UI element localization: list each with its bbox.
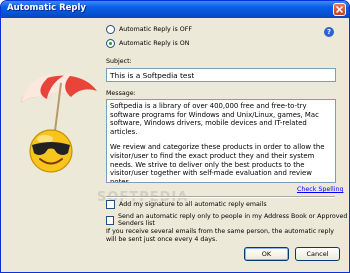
subject-label: Subject:: [106, 58, 132, 65]
cancel-button[interactable]: Cancel: [295, 247, 340, 261]
automatic-reply-dialog: Automatic Reply Automatic Reply is OFF A…: [0, 0, 350, 273]
message-paragraph: Softpedia is a library of over 400,000 f…: [110, 102, 319, 136]
title-bar[interactable]: Automatic Reply: [1, 1, 349, 18]
status-on-label: Automatic Reply is ON: [119, 40, 190, 47]
close-icon: [336, 6, 343, 13]
status-off-radio[interactable]: [106, 25, 115, 34]
message-label: Message:: [106, 90, 136, 97]
help-icon[interactable]: ?: [324, 27, 334, 37]
signature-checkbox[interactable]: [106, 200, 115, 209]
signature-option[interactable]: Add my signature to all automatic reply …: [106, 200, 267, 209]
check-spelling-link[interactable]: Check Spelling: [297, 186, 343, 193]
smiley-umbrella-icon: [21, 71, 97, 173]
address-book-checkbox[interactable]: [106, 215, 115, 225]
status-off-label: Automatic Reply is OFF: [119, 26, 192, 33]
subject-field[interactable]: This is a Softpedia test: [106, 68, 336, 82]
status-on-radio[interactable]: [106, 39, 115, 48]
footnote-text: If you receive several emails from the s…: [106, 228, 334, 243]
ok-button[interactable]: OK: [244, 247, 289, 261]
address-book-option[interactable]: Send an automatic reply only to people i…: [106, 213, 349, 227]
signature-label: Add my signature to all automatic reply …: [119, 201, 267, 208]
close-button[interactable]: [333, 3, 346, 16]
status-on-option[interactable]: Automatic Reply is ON: [106, 39, 189, 48]
divider: [106, 196, 335, 198]
address-book-label: Send an automatic reply only to people i…: [118, 213, 348, 227]
status-off-option[interactable]: Automatic Reply is OFF: [106, 25, 192, 34]
window-title: Automatic Reply: [7, 3, 86, 13]
message-paragraph: We review and categorize these products …: [110, 143, 325, 183]
message-textarea[interactable]: Softpedia is a library of over 400,000 f…: [106, 99, 336, 183]
